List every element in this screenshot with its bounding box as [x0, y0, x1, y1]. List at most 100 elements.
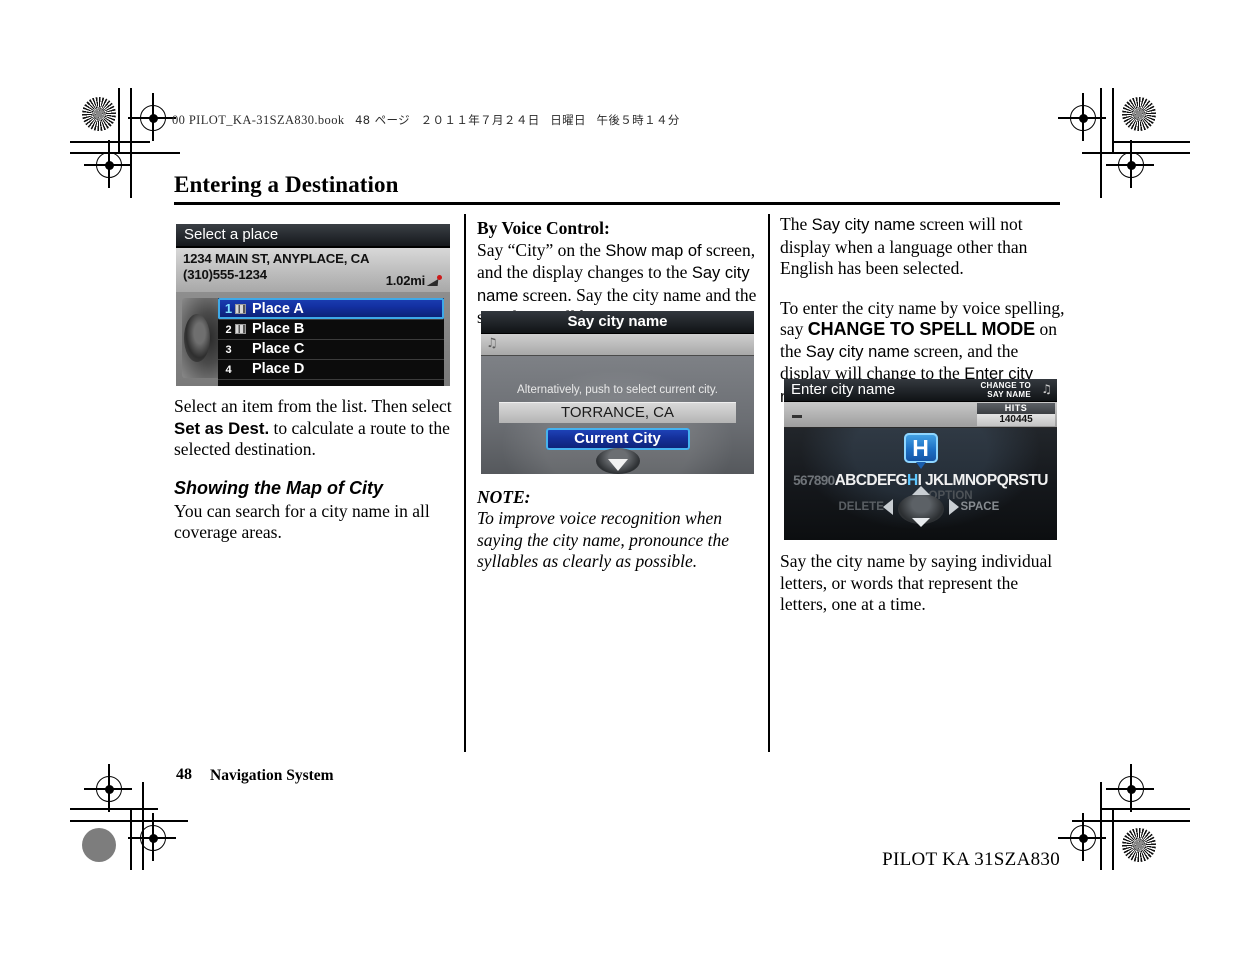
- registration-target: [84, 764, 132, 812]
- crop-line: [70, 808, 158, 810]
- nav1-list-item[interactable]: 3 Place C: [218, 340, 444, 360]
- document-code: PILOT KA 31SZA830: [882, 849, 1060, 870]
- crop-line: [142, 782, 144, 870]
- nav3-titlebar: Enter city name CHANGE TO SAY NAME ♫: [784, 379, 1057, 402]
- nav2-body: Alternatively, push to select current ci…: [481, 356, 754, 474]
- nav1-title: Select a place: [176, 224, 450, 248]
- text-cursor: [792, 415, 802, 418]
- right-column-lower: Say the city name by saying individual l…: [780, 551, 1068, 616]
- left-paragraph-2: You can search for a city name in all co…: [174, 500, 430, 543]
- left-column: Select an item from the list. Then selec…: [174, 396, 462, 544]
- selected-letter-bubble: H: [903, 433, 938, 469]
- slug-time: 午後５時１４分: [596, 113, 680, 127]
- registration-dot-bottom-left: [82, 828, 116, 862]
- by-voice-control-label: By Voice Control:: [477, 218, 610, 238]
- registration-target: [1106, 140, 1154, 188]
- nav2-title: Say city name: [481, 311, 754, 334]
- column-divider: [464, 214, 466, 752]
- space-label[interactable]: SPACE: [961, 501, 1000, 513]
- left-paragraph-1: Select an item from the list. Then selec…: [174, 396, 462, 461]
- footer-section-name: Navigation System: [210, 767, 334, 784]
- nav3-keyboard: H 567890ABCDEFGHI JKLMNOPQRSTU OPTION DE…: [784, 428, 1057, 540]
- nav-screen-enter-city-name: Enter city name CHANGE TO SAY NAME ♫ HIT…: [784, 379, 1057, 540]
- photo-icon: [235, 304, 246, 314]
- slug-file: 00 PILOT_KA-31SZA830.book: [172, 113, 345, 127]
- crop-line: [1100, 88, 1102, 198]
- crop-line: [130, 88, 132, 198]
- crop-line: [118, 88, 120, 153]
- say-city-name-label: Say city name: [805, 342, 910, 361]
- crop-line: [1112, 141, 1190, 143]
- nav1-list-item[interactable]: 4 Place D: [218, 360, 444, 380]
- alphabet-before: ABCDEFG: [834, 472, 908, 489]
- nav1-list-item[interactable]: 2 Place B: [218, 320, 444, 340]
- right-paragraph-1: The Say city name screen will not displa…: [780, 214, 1068, 280]
- subheading-showing-map-of-city: Showing the Map of City: [174, 477, 383, 498]
- alphabet-dim-start: 567890: [793, 473, 835, 488]
- nav1-item-label: Place D: [252, 361, 305, 377]
- nav-screen-say-city-name: Say city name ♫ Alternatively, push to s…: [481, 311, 754, 474]
- right-p1-part1: The: [780, 214, 812, 234]
- nav1-list-area: 1 Place A 2 Place B 3 Place C 4 Place D: [176, 292, 450, 386]
- slug-page: 48 ページ: [355, 113, 411, 127]
- registration-target: [128, 813, 176, 861]
- crop-line: [130, 808, 132, 870]
- crop-line: [70, 820, 188, 822]
- registration-star-top-right: [1122, 97, 1156, 131]
- nav1-item-number: 4: [225, 364, 232, 376]
- right-paragraph-3: Say the city name by saying individual l…: [780, 551, 1053, 614]
- mid-p1-part1: Say “City” on the: [477, 239, 606, 260]
- current-city-button[interactable]: Current City: [545, 428, 690, 450]
- nav2-hint-text: Alternatively, push to select current ci…: [517, 384, 718, 396]
- crop-line: [1100, 782, 1102, 870]
- down-arrow-icon: [607, 459, 628, 471]
- photo-icon-placeholder: [235, 344, 246, 354]
- crop-line: [70, 141, 150, 143]
- registration-star-bottom-right: [1122, 828, 1156, 862]
- left-arrow-icon[interactable]: [882, 499, 893, 515]
- set-as-dest-label: Set as Dest.: [174, 418, 270, 438]
- nav1-address-block: 1234 MAIN ST, ANYPLACE, CA (310)555-1234…: [176, 248, 450, 292]
- registration-target: [1058, 93, 1106, 141]
- change-to-say-name-button[interactable]: CHANGE TO SAY NAME: [980, 381, 1031, 399]
- right-arrow-icon[interactable]: [948, 499, 959, 515]
- title-divider: [174, 202, 1060, 205]
- show-map-of-label: Show map of: [605, 241, 702, 260]
- nav1-place-list: 1 Place A 2 Place B 3 Place C 4 Place D: [218, 298, 444, 386]
- nav1-distance: 1.02mi: [386, 273, 442, 288]
- direction-arrow-icon: [427, 275, 442, 286]
- slug-weekday: 日曜日: [550, 113, 586, 127]
- crop-line: [70, 152, 180, 154]
- crop-line: [1102, 808, 1190, 810]
- note-text: To improve voice recognition when saying…: [477, 508, 730, 571]
- page-title: Entering a Destination: [174, 172, 399, 197]
- registration-target: [128, 93, 176, 141]
- nav2-current-city-value: TORRANCE, CA: [499, 402, 736, 423]
- hits-label: HITS: [977, 403, 1055, 414]
- alphabet-after: I JKLMNOPQRSTU: [917, 472, 1049, 489]
- nav1-scroll-knob[interactable]: [182, 298, 220, 378]
- voice-icon: ♫: [486, 336, 498, 351]
- note-label: NOTE:: [477, 487, 531, 507]
- registration-target: [1106, 764, 1154, 812]
- nav3-entry-field[interactable]: HITS 140445: [784, 402, 1057, 428]
- nav1-address-line1: 1234 MAIN ST, ANYPLACE, CA: [183, 251, 370, 266]
- delete-label[interactable]: DELETE: [839, 501, 884, 513]
- note-block: NOTE: To improve voice recognition when …: [477, 487, 765, 573]
- nav1-list-item[interactable]: 1 Place A: [218, 298, 444, 320]
- nav1-item-number: 1: [224, 301, 233, 316]
- slug-date: ２０１１年７月２４日: [420, 113, 540, 127]
- down-arrow-icon[interactable]: [911, 518, 930, 527]
- nav1-distance-value: 1.02mi: [385, 273, 425, 288]
- nav1-item-label: Place A: [252, 301, 304, 317]
- change-to-line1: CHANGE TO: [980, 381, 1031, 390]
- registration-target: [84, 140, 132, 188]
- hits-value: 140445: [977, 414, 1055, 426]
- up-arrow-icon[interactable]: [911, 486, 930, 495]
- print-slug: 00 PILOT_KA-31SZA830.book 48 ページ ２０１１年７月…: [172, 112, 680, 128]
- photo-icon: [235, 324, 246, 334]
- say-city-name-label: Say city name: [811, 216, 916, 234]
- nav-screen-select-a-place: Select a place 1234 MAIN ST, ANYPLACE, C…: [176, 224, 450, 386]
- registration-star-top-left: [82, 97, 116, 131]
- hits-counter: HITS 140445: [977, 403, 1055, 426]
